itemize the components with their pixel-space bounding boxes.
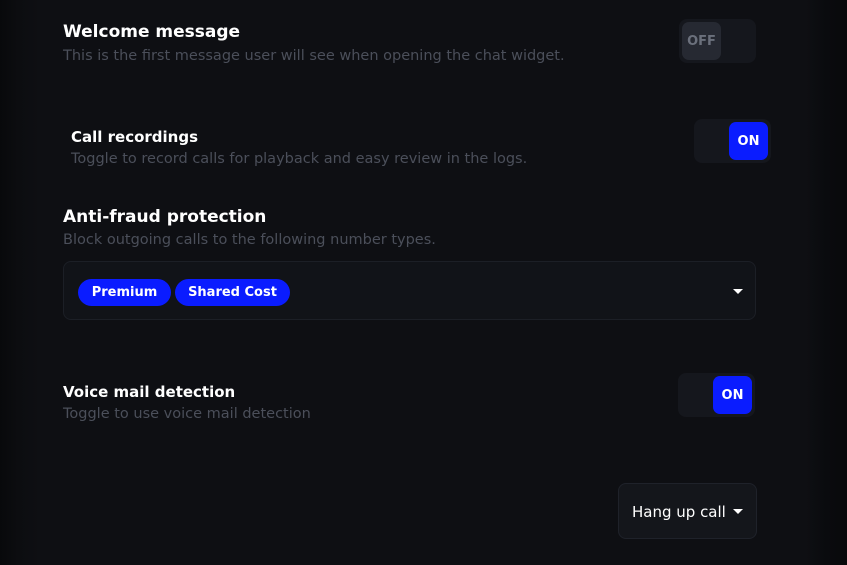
number-type-multiselect[interactable]: Premium Shared Cost (63, 261, 756, 320)
anti-fraud-title: Anti-fraud protection (63, 207, 267, 227)
welcome-message-description: This is the first message user will see … (63, 48, 565, 64)
toggle-knob: OFF (682, 22, 721, 60)
call-recordings-description: Toggle to record calls for playback and … (71, 151, 528, 167)
call-recordings-title: Call recordings (71, 128, 199, 146)
settings-panel: Welcome message This is the first messag… (0, 0, 847, 565)
anti-fraud-description: Block outgoing calls to the following nu… (63, 232, 436, 248)
toggle-knob: ON (713, 376, 752, 414)
caret-down-icon (733, 509, 743, 514)
welcome-message-title: Welcome message (63, 22, 241, 42)
voicemail-action-select[interactable]: Hang up call (618, 483, 757, 539)
caret-down-icon[interactable] (733, 289, 743, 294)
tag-shared-cost[interactable]: Shared Cost (175, 279, 290, 306)
welcome-message-toggle[interactable]: OFF (679, 19, 756, 63)
voicemail-detection-description: Toggle to use voice mail detection (63, 406, 311, 422)
call-recordings-toggle[interactable]: ON (694, 119, 771, 163)
voicemail-detection-toggle[interactable]: ON (678, 373, 755, 417)
tag-premium[interactable]: Premium (78, 279, 171, 306)
toggle-knob: ON (729, 122, 768, 160)
select-value: Hang up call (632, 503, 726, 521)
voicemail-detection-title: Voice mail detection (63, 383, 236, 401)
